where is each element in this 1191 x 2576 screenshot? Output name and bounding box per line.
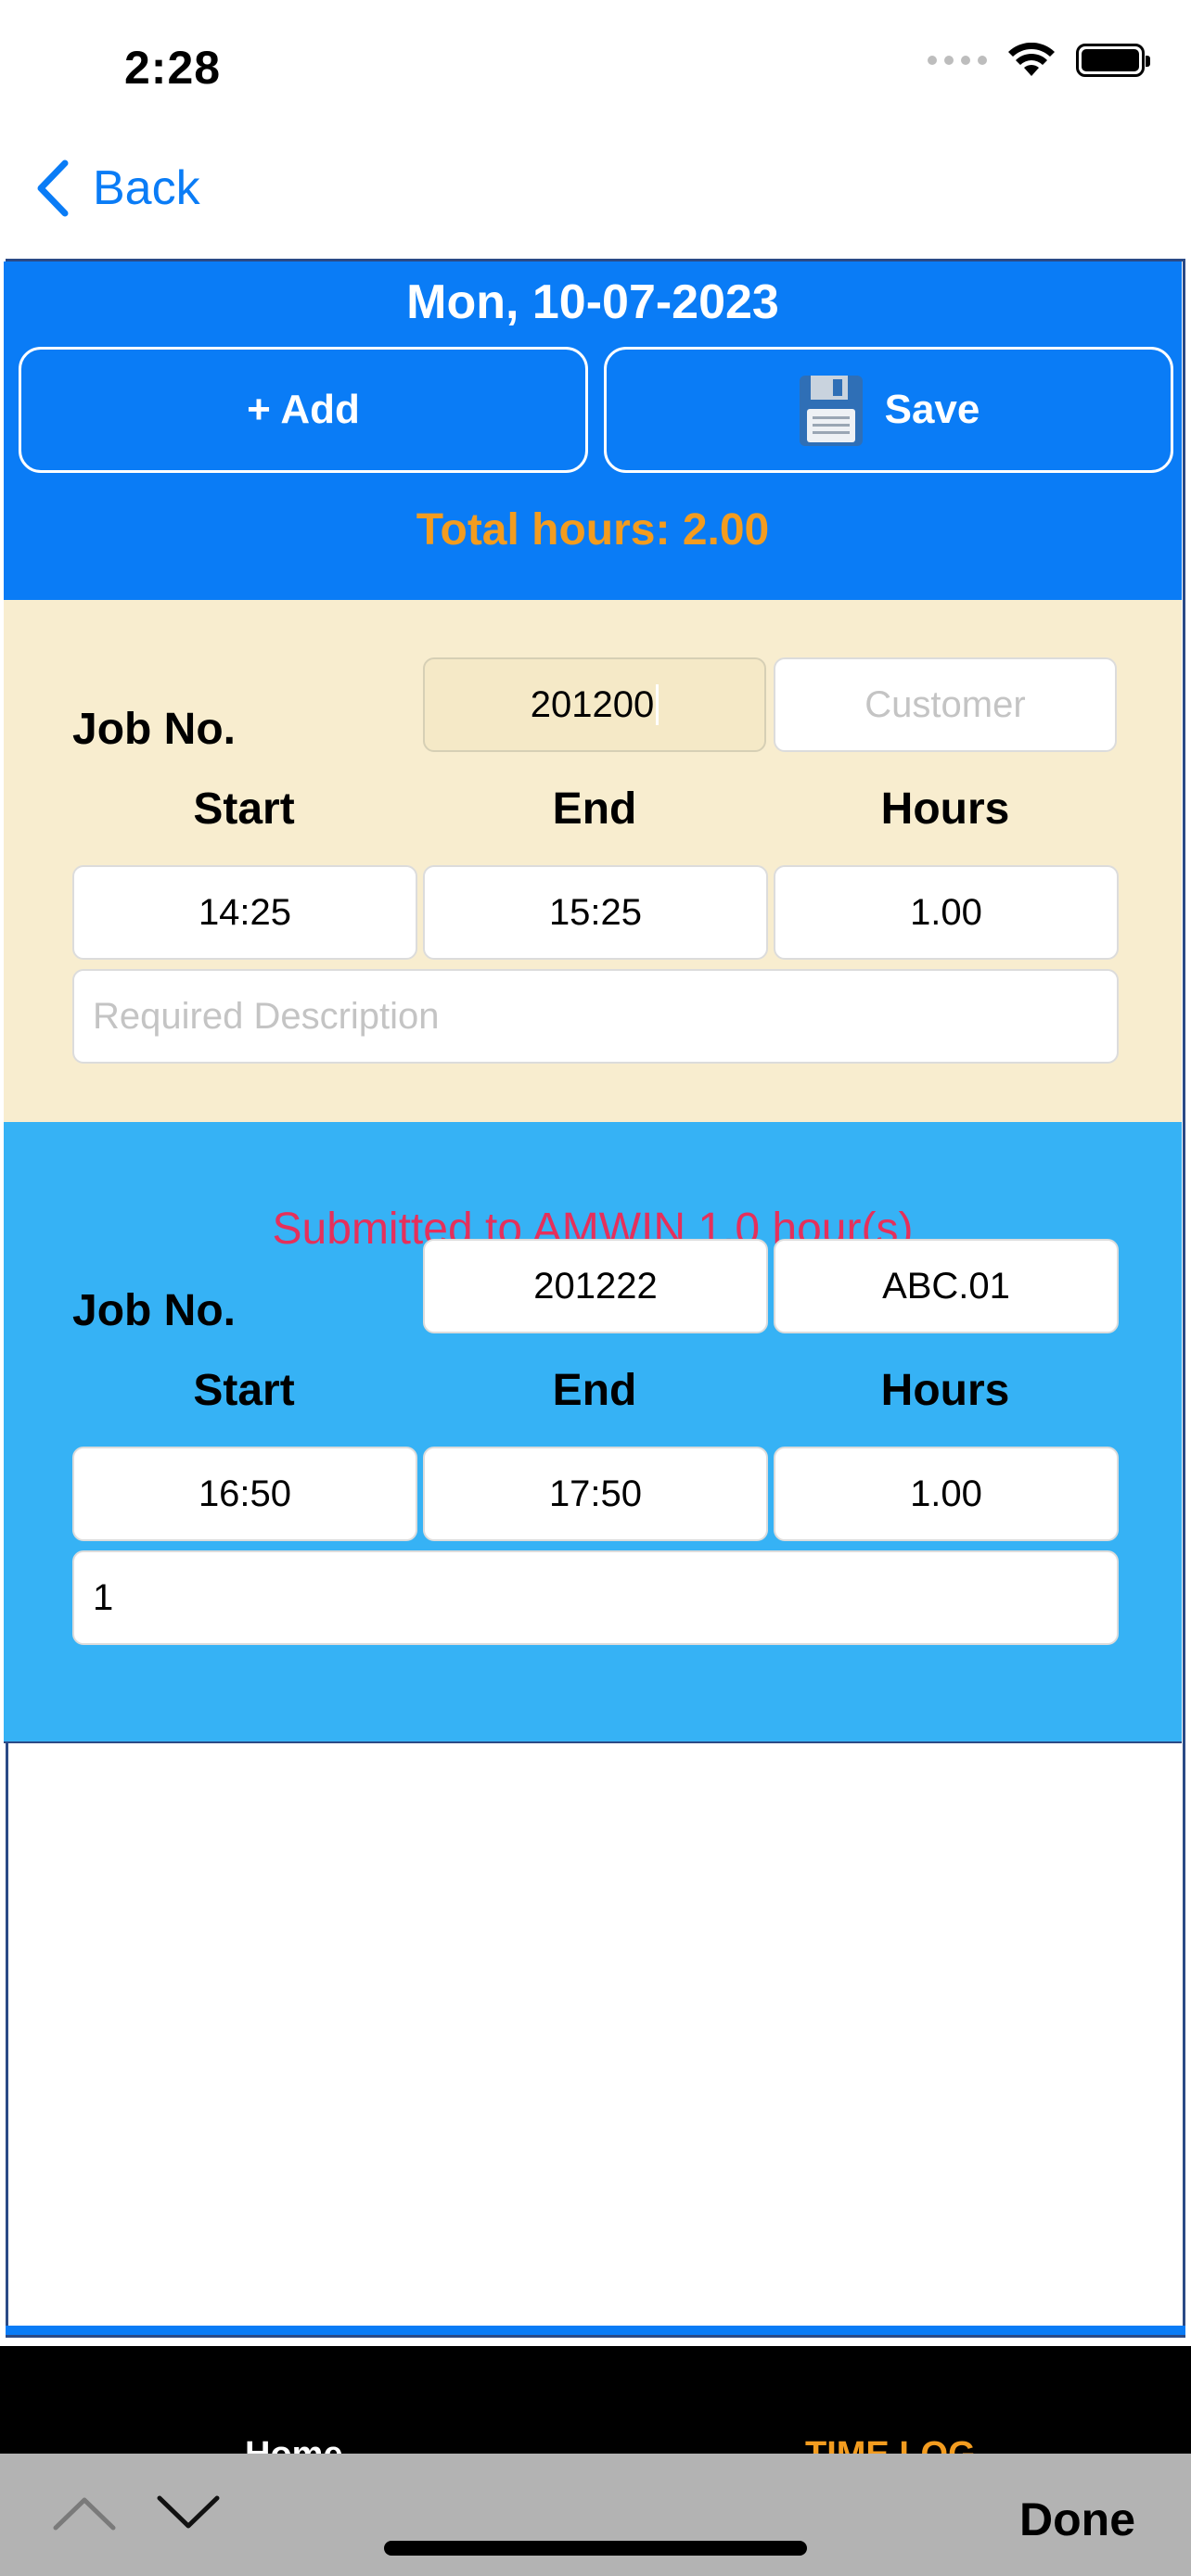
total-hours: Total hours: 2.00 bbox=[416, 505, 770, 555]
status-icons bbox=[928, 43, 1150, 78]
job-no-label: Job No. bbox=[72, 1286, 236, 1335]
end-label: End bbox=[552, 784, 637, 834]
start-label: Start bbox=[193, 1366, 295, 1415]
tab-bar: Home TIME LOG bbox=[0, 2346, 1191, 2457]
customer-input[interactable]: ABC.01 bbox=[774, 1239, 1119, 1333]
job-no-label: Job No. bbox=[72, 705, 236, 754]
end-time-input[interactable]: 17:50 bbox=[423, 1447, 768, 1541]
chevron-down-icon[interactable] bbox=[156, 2494, 221, 2531]
hours-input[interactable]: 1.00 bbox=[774, 1447, 1119, 1541]
chevron-up-icon[interactable] bbox=[52, 2494, 117, 2531]
status-time: 2:28 bbox=[124, 42, 222, 94]
date-title: Mon, 10-07-2023 bbox=[406, 275, 779, 329]
keyboard-toolbar: Done bbox=[0, 2454, 1191, 2576]
save-button[interactable]: Save bbox=[604, 347, 1173, 473]
back-button[interactable]: Back bbox=[35, 159, 200, 217]
done-button[interactable]: Done bbox=[1019, 2493, 1135, 2546]
time-entry-submitted: Submitted to AMWIN 1.0 hour(s) Job No. 2… bbox=[4, 1122, 1182, 1743]
hours-label: Hours bbox=[880, 784, 1010, 834]
hours-input[interactable]: 1.00 bbox=[774, 865, 1119, 960]
description-input[interactable]: Required Description bbox=[72, 969, 1119, 1064]
add-button[interactable]: + Add bbox=[19, 347, 588, 473]
start-label: Start bbox=[193, 784, 295, 834]
end-label: End bbox=[552, 1366, 637, 1415]
cellular-signal-icon bbox=[928, 56, 987, 65]
start-time-input[interactable]: 16:50 bbox=[72, 1447, 417, 1541]
job-no-input[interactable]: 201222 bbox=[423, 1239, 768, 1333]
day-header: Mon, 10-07-2023 + Add Save Total hours: … bbox=[4, 261, 1182, 600]
customer-input[interactable]: Customer bbox=[774, 657, 1117, 752]
chevron-left-icon bbox=[37, 159, 69, 217]
back-label: Back bbox=[93, 161, 200, 215]
job-no-value: 201200 bbox=[530, 683, 655, 725]
end-time-input[interactable]: 15:25 bbox=[423, 865, 768, 960]
start-time-input[interactable]: 14:25 bbox=[72, 865, 417, 960]
text-caret bbox=[656, 684, 660, 725]
floppy-disk-icon bbox=[799, 376, 863, 446]
save-label: Save bbox=[884, 387, 980, 432]
hours-label: Hours bbox=[880, 1366, 1010, 1415]
job-no-input[interactable]: 201200 bbox=[423, 657, 766, 752]
battery-icon bbox=[1076, 44, 1150, 77]
frame-bottom-bar bbox=[6, 2326, 1185, 2335]
description-input[interactable]: 1 bbox=[72, 1550, 1119, 1645]
wifi-icon bbox=[1008, 43, 1055, 76]
home-indicator bbox=[384, 2541, 807, 2556]
